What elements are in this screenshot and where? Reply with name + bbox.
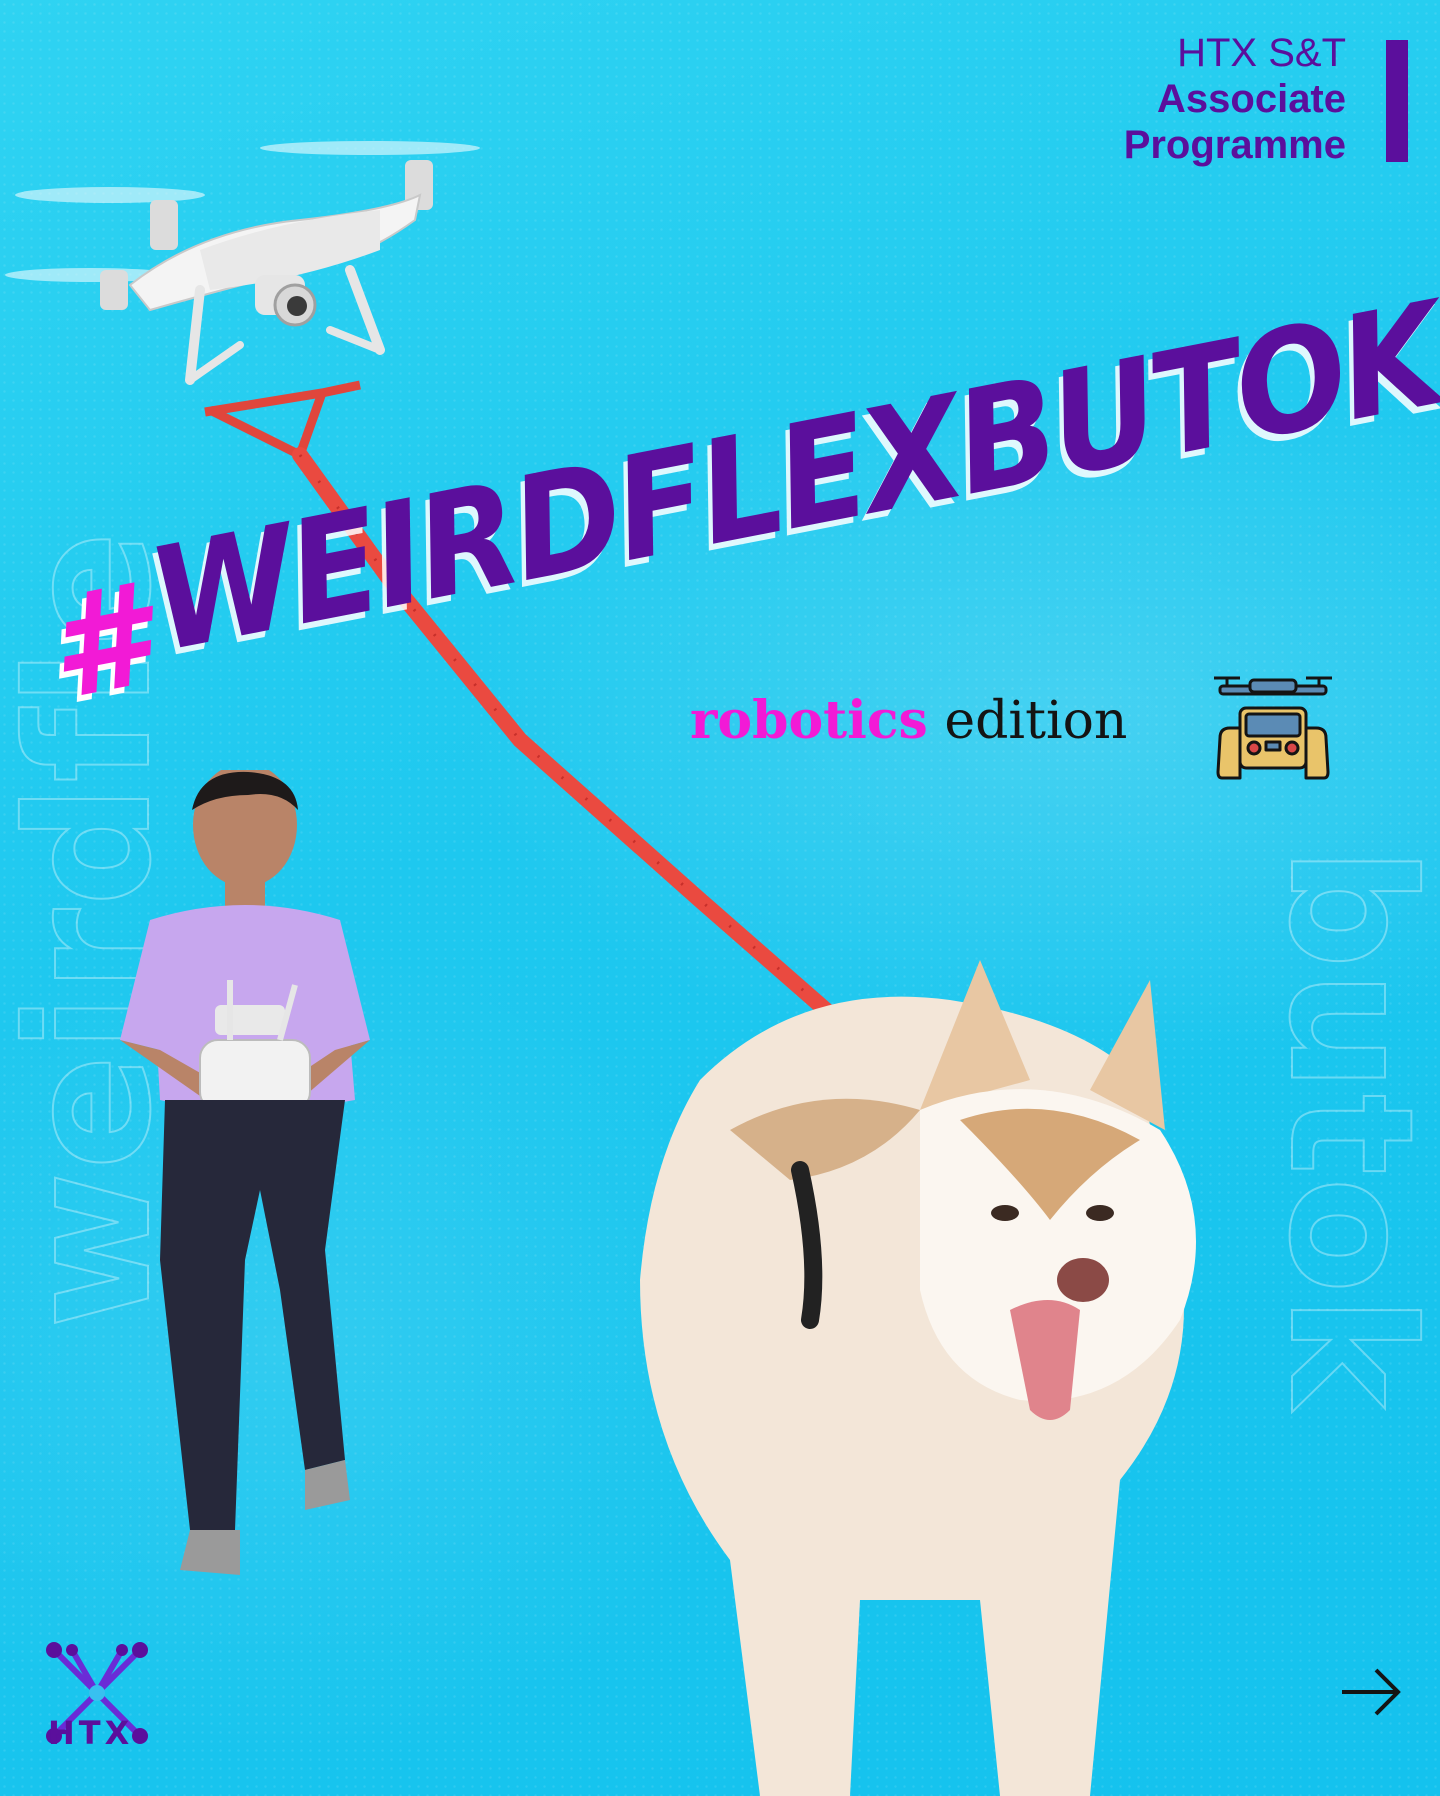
- title-accent-bar: [1386, 40, 1408, 162]
- poster-canvas: weirdfle butok HTX S&T Associate Program…: [0, 0, 1440, 1796]
- title-line-3: Programme: [1123, 123, 1346, 167]
- title-line-1: HTX S&T: [1177, 31, 1346, 75]
- edition-rest: edition: [927, 691, 1128, 751]
- drone-image: [5, 141, 480, 385]
- title-line-2: Associate: [1157, 77, 1346, 121]
- arrow-right-icon[interactable]: [1338, 1666, 1404, 1718]
- edition-highlight: robotics: [690, 690, 928, 751]
- htx-logo-text: HTX: [48, 1714, 134, 1752]
- edition-subtitle: robotics edition: [690, 690, 1127, 751]
- drone-controller-icon: [1214, 676, 1332, 780]
- person-with-remote-image: [120, 770, 370, 1575]
- programme-title: HTX S&T Associate Programme: [1124, 30, 1346, 168]
- husky-dog-image: [640, 960, 1196, 1796]
